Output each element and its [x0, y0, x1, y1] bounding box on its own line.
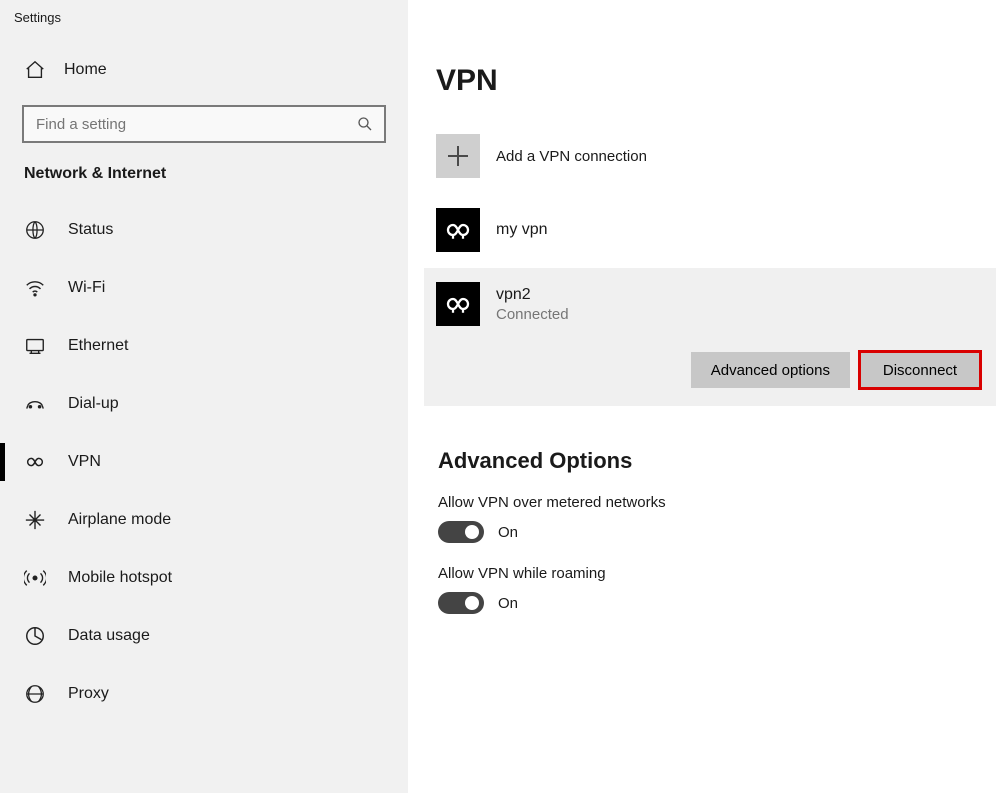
nav-item-label: Data usage	[68, 627, 150, 645]
vpn-selected-panel: vpn2 Connected Advanced options Disconne…	[424, 268, 996, 406]
nav-item-wifi[interactable]: Wi-Fi	[0, 259, 408, 317]
category-label: Network & Internet	[0, 165, 408, 201]
nav-item-status[interactable]: Status	[0, 201, 408, 259]
nav-item-label: Wi-Fi	[68, 279, 105, 297]
nav-item-hotspot[interactable]: Mobile hotspot	[0, 549, 408, 607]
search-box[interactable]	[22, 105, 386, 143]
settings-sidebar: Settings Home Network & Internet Status	[0, 0, 408, 793]
vpn-icon	[24, 451, 46, 473]
toggle-state: On	[498, 524, 518, 541]
nav-item-vpn[interactable]: VPN	[0, 433, 408, 491]
home-icon	[24, 59, 46, 81]
home-button[interactable]: Home	[0, 49, 408, 91]
toggle-vpn-roaming: Allow VPN while roaming On	[438, 565, 1004, 614]
nav-item-label: VPN	[68, 453, 101, 471]
disconnect-button[interactable]: Disconnect	[860, 352, 980, 388]
nav-item-label: Airplane mode	[68, 511, 171, 529]
nav-item-label: Mobile hotspot	[68, 569, 172, 587]
window-title: Settings	[0, 4, 408, 49]
globe-icon	[24, 219, 46, 241]
toggle-switch[interactable]	[438, 592, 484, 614]
nav-item-ethernet[interactable]: Ethernet	[0, 317, 408, 375]
dialup-icon	[24, 393, 46, 415]
nav-item-label: Dial-up	[68, 395, 119, 413]
vpn-connection-item-selected[interactable]: vpn2 Connected	[436, 280, 980, 352]
search-input[interactable]	[34, 115, 356, 134]
vpn-connection-item[interactable]: my vpn	[436, 198, 1004, 262]
nav-item-dialup[interactable]: Dial-up	[0, 375, 408, 433]
home-label: Home	[64, 61, 107, 79]
vpn-connection-icon	[436, 282, 480, 326]
proxy-icon	[24, 683, 46, 705]
toggle-state: On	[498, 595, 518, 612]
main-panel: VPN Add a VPN connection my vpn	[408, 0, 1004, 793]
toggle-vpn-metered: Allow VPN over metered networks On	[438, 494, 1004, 543]
airplane-icon	[24, 509, 46, 531]
hotspot-icon	[24, 567, 46, 589]
add-vpn-button[interactable]: Add a VPN connection	[436, 132, 1004, 198]
toggle-label: Allow VPN over metered networks	[438, 494, 1004, 511]
plus-icon	[436, 134, 480, 178]
nav-item-proxy[interactable]: Proxy	[0, 665, 408, 723]
vpn-connection-icon	[436, 208, 480, 252]
nav-item-label: Proxy	[68, 685, 109, 703]
advanced-options-button[interactable]: Advanced options	[691, 352, 850, 388]
wifi-icon	[24, 277, 46, 299]
toggle-label: Allow VPN while roaming	[438, 565, 1004, 582]
ethernet-icon	[24, 335, 46, 357]
datausage-icon	[24, 625, 46, 647]
add-vpn-label: Add a VPN connection	[496, 148, 647, 165]
vpn-connection-name: my vpn	[496, 221, 548, 239]
vpn-connection-status: Connected	[496, 306, 569, 323]
advanced-options-heading: Advanced Options	[438, 448, 1004, 474]
nav-item-label: Status	[68, 221, 113, 239]
nav-item-label: Ethernet	[68, 337, 128, 355]
vpn-connection-name: vpn2	[496, 286, 569, 304]
nav-item-datausage[interactable]: Data usage	[0, 607, 408, 665]
search-icon	[356, 115, 374, 133]
toggle-switch[interactable]	[438, 521, 484, 543]
nav-item-airplane[interactable]: Airplane mode	[0, 491, 408, 549]
page-title: VPN	[436, 64, 1004, 98]
nav-list: Status Wi-Fi Ethernet Dial-up	[0, 201, 408, 723]
